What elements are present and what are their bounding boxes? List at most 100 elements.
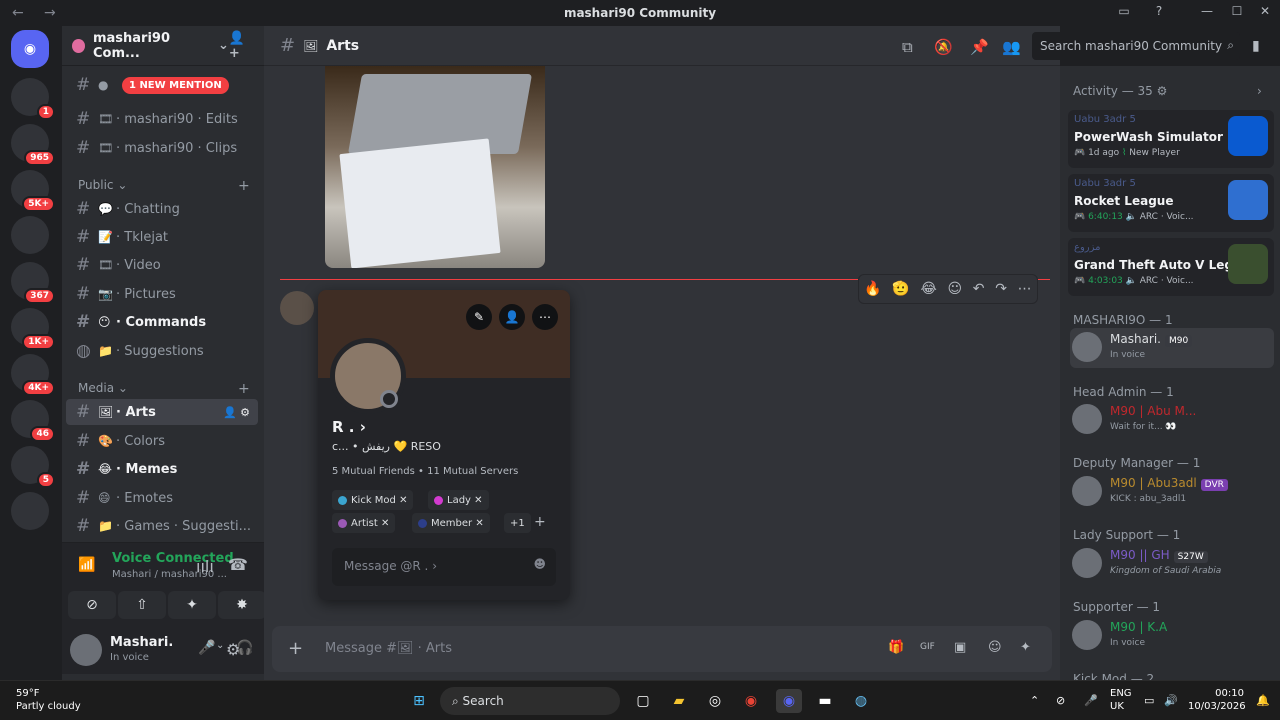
server-icon[interactable]: 965: [11, 124, 55, 166]
message-composer[interactable]: + Message #🖼 · Arts 🎁 GIF ▣ ☺ ✦: [272, 626, 1052, 672]
role-chip[interactable]: Artist ✕: [332, 513, 396, 533]
weather-widget[interactable]: 59°F Partly cloudy: [16, 687, 81, 713]
guild-header[interactable]: mashari90 Com... ⌄ 👤+: [62, 26, 264, 66]
mutual-servers[interactable]: 11 Mutual Servers: [427, 466, 518, 477]
discord-home-icon[interactable]: ◉: [11, 30, 49, 68]
task-view-icon[interactable]: ▢: [630, 689, 656, 713]
discord-taskbar-icon[interactable]: ◉: [776, 689, 802, 713]
chrome-icon[interactable]: ◉: [738, 689, 764, 713]
avatar[interactable]: [70, 634, 102, 666]
voice-status[interactable]: Voice Connected: [112, 551, 234, 566]
gift-icon[interactable]: 🎁: [888, 640, 904, 655]
inbox-icon[interactable]: ▭: [1113, 4, 1135, 22]
server-icon[interactable]: [11, 492, 49, 530]
gif-icon[interactable]: GIF: [920, 642, 935, 652]
more-icon[interactable]: ⋯: [532, 304, 558, 330]
channel-memes[interactable]: # 😂 · Memes: [66, 456, 258, 482]
mention-badge[interactable]: 1 NEW MENTION: [122, 76, 229, 94]
add-friend-icon[interactable]: 👤: [499, 304, 525, 330]
role-chip[interactable]: Lady ✕: [428, 490, 489, 510]
help-icon[interactable]: ?: [1148, 4, 1170, 22]
channel-commands[interactable]: # 😶 · Commands: [66, 309, 258, 335]
member-item[interactable]: Mashari. M90 In voice: [1070, 328, 1274, 368]
activity-card[interactable]: مزروع Grand Theft Auto V Legacy 🎮 4:03:0…: [1068, 238, 1274, 296]
sticker-icon[interactable]: ▣: [954, 640, 966, 655]
threads-icon[interactable]: ⧉: [902, 38, 913, 56]
emoji-icon[interactable]: ☻: [533, 557, 546, 571]
volume-icon[interactable]: 🔊: [1164, 694, 1178, 707]
fire-reaction-icon[interactable]: 🔥: [864, 281, 881, 297]
steam-icon[interactable]: ◍: [848, 689, 874, 713]
soundboard-button[interactable]: ✸: [218, 591, 266, 619]
channel-emotes[interactable]: # 😄 · Emotes: [66, 485, 258, 511]
more-roles[interactable]: +1: [504, 513, 531, 533]
channel-video[interactable]: # 🎞 · Video: [66, 252, 258, 278]
close-icon[interactable]: ✕: [1254, 4, 1276, 22]
file-explorer-icon[interactable]: ▰: [666, 689, 692, 713]
member-list-icon[interactable]: 👥: [1002, 38, 1021, 56]
channel-pictures[interactable]: # 📷 · Pictures: [66, 281, 258, 307]
microphone-icon[interactable]: 🎤: [198, 640, 215, 656]
emoji-icon[interactable]: ☺: [988, 640, 1002, 655]
role-chip[interactable]: Kick Mod ✕: [332, 490, 414, 510]
clock[interactable]: 00:10 10/03/2026: [1188, 687, 1246, 713]
microphone-icon[interactable]: 🎤: [1084, 694, 1098, 707]
notifications-icon[interactable]: 🔔: [1256, 694, 1270, 707]
activity-card[interactable]: Uabu 3adr 5 Rocket League 🎮 6:40:13 🔈 AR…: [1068, 174, 1274, 232]
notification-icon[interactable]: 🔕: [934, 38, 953, 56]
minimize-icon[interactable]: —: [1196, 4, 1218, 22]
chevron-right-icon[interactable]: ›: [1257, 84, 1262, 98]
noise-suppression-icon[interactable]: ıılı: [196, 557, 214, 576]
channel-suggestions[interactable]: ◍ 📁 · Suggestions: [66, 338, 258, 364]
screen-share-button[interactable]: ⇧: [118, 591, 166, 619]
mutuals[interactable]: 5 Mutual Friends • 11 Mutual Servers: [332, 466, 518, 477]
reply-icon[interactable]: ↶: [973, 281, 985, 297]
settings-icon[interactable]: 👤 ⚙: [223, 406, 250, 419]
server-icon[interactable]: 367: [11, 262, 55, 304]
chevron-down-icon[interactable]: ⌄: [216, 640, 224, 651]
member-item[interactable]: M90 | Abu M... Wait for it... 👀: [1070, 400, 1274, 440]
more-icon[interactable]: ⋯: [1018, 281, 1032, 297]
laugh-reaction-icon[interactable]: 😂: [921, 281, 937, 297]
channel-clips[interactable]: # 🎞 · mashari90 · Clips: [66, 135, 258, 161]
inbox-icon[interactable]: ▮: [1252, 38, 1260, 54]
signal-icon[interactable]: 📶: [78, 557, 95, 573]
member-item[interactable]: M90 || GH S27W Kingdom of Saudi Arabia: [1070, 544, 1274, 584]
channel-edits[interactable]: # 🎞 · mashari90 · Edits: [66, 106, 258, 132]
maximize-icon[interactable]: ☐: [1226, 4, 1248, 22]
channel-games-suggestions[interactable]: # 📁 · Games · Suggesti...: [66, 513, 258, 539]
language-indicator[interactable]: ENG UK: [1110, 687, 1132, 713]
channel-tklejat[interactable]: # 📝 · Tklejat: [66, 224, 258, 250]
role-chip[interactable]: Member ✕: [412, 513, 490, 533]
mutual-friends[interactable]: 5 Mutual Friends: [332, 466, 415, 477]
activity-card[interactable]: Uabu 3adr 5 PowerWash Simulator 🎮 1d ago…: [1068, 110, 1274, 168]
user-settings-icon[interactable]: ⚙: [226, 640, 240, 659]
popout-message-input[interactable]: Message @R . › ☻: [332, 548, 556, 586]
channel-mention[interactable]: # ● 1 NEW MENTION: [66, 72, 258, 98]
camera-button[interactable]: ⊘: [68, 591, 116, 619]
add-attachment-icon[interactable]: +: [288, 638, 303, 659]
member-item[interactable]: M90 | K.A In voice: [1070, 616, 1274, 656]
forward-icon[interactable]: ↷: [995, 281, 1007, 297]
server-icon[interactable]: [11, 216, 49, 254]
face-reaction-icon[interactable]: 🫡: [892, 281, 909, 297]
server-icon[interactable]: 1K+: [11, 308, 55, 350]
category-public[interactable]: Public ⌄ +: [78, 178, 250, 194]
server-icon[interactable]: 5K+: [11, 170, 55, 212]
user-name[interactable]: Mashari.: [110, 635, 173, 650]
add-channel-icon[interactable]: +: [238, 381, 250, 397]
activity-header[interactable]: Activity — 35 ⚙ ›: [1073, 84, 1262, 98]
network-icon[interactable]: ▭: [1144, 694, 1154, 707]
search-input[interactable]: Search mashari90 Community ⌕: [1032, 32, 1240, 60]
add-role-icon[interactable]: +: [534, 514, 546, 530]
member-item[interactable]: M90 | Abu3adl DVR KICK : abu_3adl1: [1070, 472, 1274, 512]
chevron-up-icon[interactable]: ⌃: [1030, 694, 1039, 707]
invite-icon[interactable]: 👤+: [229, 31, 254, 61]
activities-button[interactable]: ✦: [168, 591, 216, 619]
taskbar-search[interactable]: ⌕ Search: [440, 687, 620, 715]
server-icon[interactable]: 5: [11, 446, 55, 488]
apps-icon[interactable]: ✦: [1020, 640, 1031, 655]
avatar[interactable]: [280, 291, 314, 325]
server-icon[interactable]: 4K+: [11, 354, 55, 396]
add-reaction-icon[interactable]: ☺: [948, 281, 963, 297]
